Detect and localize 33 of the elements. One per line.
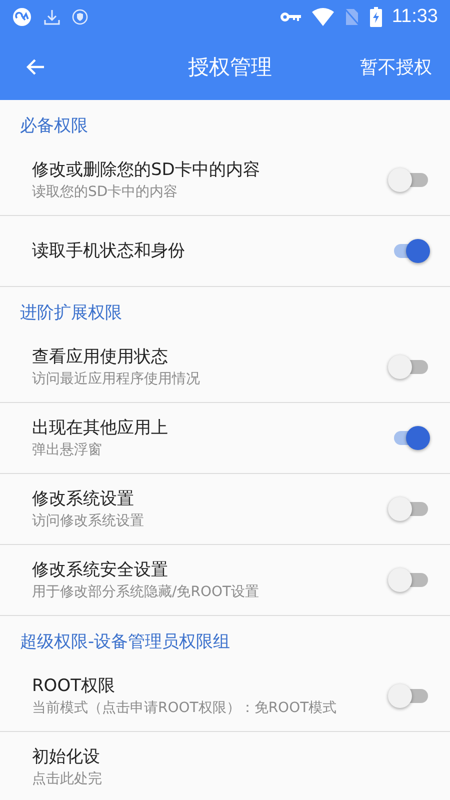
download-icon [42, 7, 62, 27]
permission-description: 访问最近应用程序使用情况 [32, 370, 201, 389]
permission-title: 修改系统设置 [32, 488, 135, 511]
permission-description: 读取您的SD卡中的内容 [32, 183, 179, 202]
permission-title: 修改系统安全设置 [32, 559, 169, 582]
permission-title: 出现在其他应用上 [32, 417, 169, 440]
permission-description: 访问修改系统设置 [32, 512, 145, 531]
screen-title: 授权管理 [188, 54, 272, 81]
section-header: 必备权限 [19, 115, 89, 138]
permission-description: 点击此处完 [32, 770, 103, 789]
shield-icon [72, 9, 88, 25]
toggle-switch[interactable] [388, 496, 430, 522]
permission-title: 修改或删除您的SD卡中的内容 [32, 159, 261, 182]
toggle-switch[interactable] [388, 567, 430, 593]
app-icon [12, 7, 32, 27]
toggle-switch[interactable] [388, 167, 430, 193]
permission-title: ROOT权限 [32, 675, 116, 698]
permission-description: 当前模式（点击申请ROOT权限）：免ROOT模式 [32, 699, 338, 718]
permission-title: 初始化设 [32, 746, 101, 769]
toggle-switch[interactable] [388, 683, 430, 709]
battery-charging-icon [370, 7, 382, 27]
clock-time: 11:33 [392, 6, 438, 28]
permission-title: 读取手机状态和身份 [32, 240, 186, 263]
permission-description: 用于修改部分系统隐藏/免ROOT设置 [32, 583, 260, 602]
section-header: 超级权限-设备管理员权限组 [19, 631, 232, 654]
permission-title: 查看应用使用状态 [32, 346, 169, 369]
no-sim-icon [344, 8, 360, 26]
wifi-icon [312, 8, 334, 26]
skip-authorization-button[interactable]: 暂不授权 [356, 51, 436, 83]
permission-description: 弹出悬浮窗 [32, 441, 103, 460]
key-icon [280, 10, 302, 24]
toggle-switch[interactable] [388, 354, 430, 380]
section-header: 进阶扩展权限 [19, 302, 123, 325]
